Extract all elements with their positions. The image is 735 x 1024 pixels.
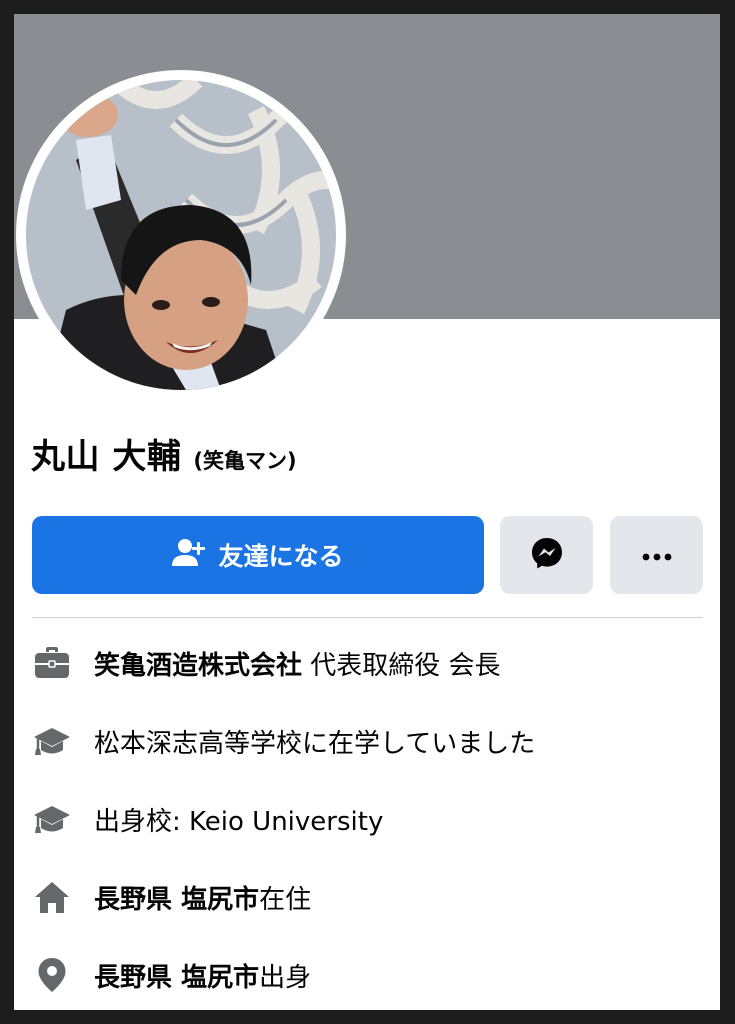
profile-name-row: 丸山 大輔 (笑亀マン): [31, 429, 297, 479]
profile-photo-image: [26, 80, 336, 390]
section-divider: [32, 617, 703, 618]
more-options-button[interactable]: [610, 516, 703, 594]
info-lives-in[interactable]: 長野県 塩尻市在住: [32, 872, 712, 922]
info-education-highschool[interactable]: 松本深志高等学校に在学していました: [32, 716, 712, 766]
briefcase-icon: [32, 643, 72, 683]
more-icon: [642, 546, 672, 565]
lives-in-suffix: 在住: [259, 884, 312, 915]
hometown-suffix: 出身: [259, 962, 312, 993]
lives-in-place[interactable]: 長野県 塩尻市: [94, 885, 259, 915]
info-hometown[interactable]: 長野県 塩尻市出身: [32, 950, 712, 1000]
hometown-place[interactable]: 長野県 塩尻市: [94, 963, 259, 993]
education-university-text: 出身校: Keio University: [94, 806, 384, 837]
info-work[interactable]: 笑亀酒造株式会社 代表取締役 会長: [32, 638, 712, 688]
profile-picture-frame[interactable]: [16, 70, 346, 400]
graduation-cap-icon: [32, 799, 72, 839]
work-company[interactable]: 笑亀酒造株式会社: [94, 651, 302, 681]
profile-card: 丸山 大輔 (笑亀マン) 友達になる 笑亀酒造株式会社 代表取締役 会長 松本深…: [14, 14, 720, 1010]
education-highschool-text: 松本深志高等学校に在学していました: [94, 728, 536, 759]
messenger-icon: [530, 536, 564, 574]
info-education-university[interactable]: 出身校: Keio University: [32, 794, 712, 844]
add-friend-button[interactable]: 友達になる: [32, 516, 484, 594]
location-pin-icon: [32, 955, 72, 995]
profile-nickname: (笑亀マン): [193, 449, 297, 473]
work-position: 代表取締役 会長: [302, 650, 501, 681]
add-friend-label: 友達になる: [218, 542, 344, 571]
profile-picture[interactable]: [26, 80, 336, 390]
messenger-button[interactable]: [500, 516, 593, 594]
graduation-cap-icon: [32, 721, 72, 761]
home-icon: [32, 877, 72, 917]
profile-name: 丸山 大輔: [31, 437, 182, 477]
add-friend-icon: [172, 538, 206, 572]
